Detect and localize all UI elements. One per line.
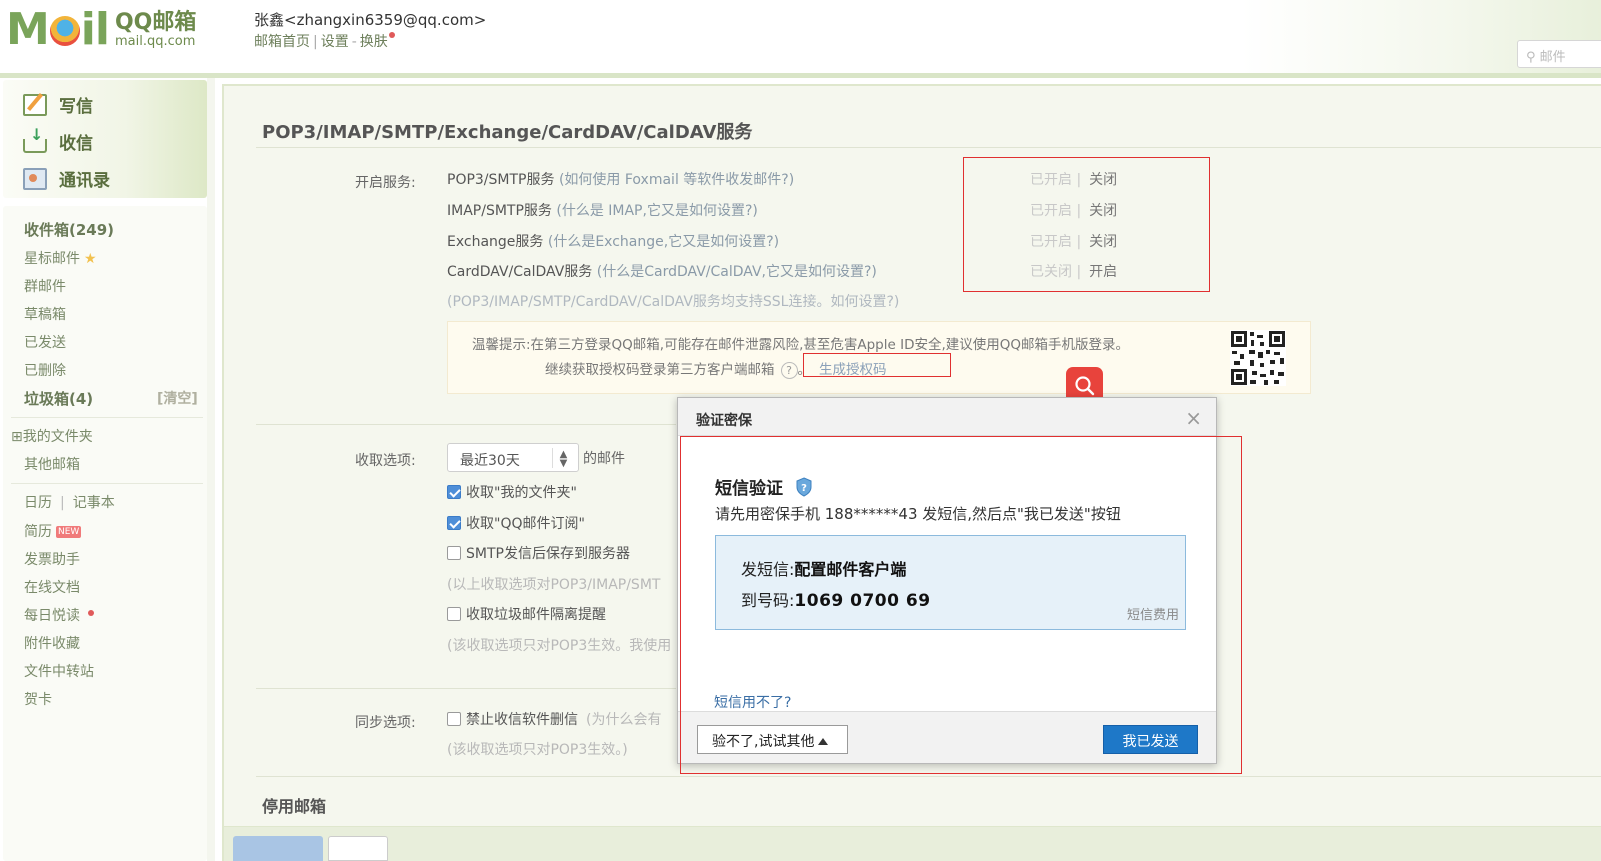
- checkbox-unchecked[interactable]: [447, 712, 461, 726]
- contacts-label: 通讯录: [59, 171, 110, 191]
- compose-icon: [23, 93, 47, 116]
- new-badge: NEW: [56, 526, 82, 538]
- qr-code-icon: [1230, 330, 1286, 386]
- save-changes-button[interactable]: [233, 836, 323, 861]
- top-header: Mil QQ邮箱 mail.qq.com 张鑫<zhangxin6359@qq.…: [0, 0, 1601, 73]
- annotation-box-authcode: [803, 353, 951, 377]
- contacts-icon: [23, 167, 47, 190]
- sidebar-item-sent[interactable]: 已发送: [24, 332, 66, 352]
- close-icon[interactable]: ×: [1185, 406, 1202, 430]
- compose-label: 写信: [59, 97, 93, 117]
- dialog-title: 验证密保: [696, 413, 752, 429]
- sidebar-item-notes[interactable]: 记事本: [73, 495, 115, 511]
- service-row-imap: IMAP/SMTP服务 (什么是 IMAP,它又是如何设置?): [447, 203, 758, 219]
- header-divider: [0, 73, 1601, 78]
- service-row-exchange: Exchange服务 (什么是Exchange,它又是如何设置?): [447, 234, 780, 250]
- page-title: POP3/IMAP/SMTP/Exchange/CardDAV/CalDAV服务: [262, 122, 753, 143]
- user-account: 张鑫<zhangxin6359@qq.com>: [254, 11, 487, 29]
- open-service-label: 开启服务:: [355, 175, 416, 191]
- receive-options-label: 收取选项:: [355, 453, 416, 469]
- sidebar-item-starred[interactable]: 星标邮件 ★: [24, 248, 97, 268]
- receive-range-value: 最近30天: [460, 453, 520, 469]
- receive-range-select[interactable]: 最近30天 ▲ ▼: [447, 443, 579, 472]
- sidebar-item-attachments[interactable]: 附件收藏: [24, 633, 80, 653]
- user-links: 邮箱首页 | 设置 - 换肤: [254, 31, 395, 51]
- search-icon: ⚲: [1526, 50, 1536, 65]
- help-link-carddav[interactable]: (什么是CardDAV/CalDAV,它又是如何设置?): [597, 264, 877, 280]
- checkbox-checked[interactable]: [447, 485, 461, 499]
- help-link-pop3[interactable]: (如何使用 Foxmail 等软件收发邮件?): [559, 172, 794, 188]
- link-settings[interactable]: 设置: [321, 34, 349, 50]
- notify-dot: [88, 610, 94, 616]
- checkbox-unchecked[interactable]: [447, 607, 461, 621]
- receive-icon: [23, 125, 47, 153]
- sidebar-item-spam[interactable]: 垃圾箱(4) [清空]: [24, 388, 200, 409]
- checkbox-unchecked[interactable]: [447, 546, 461, 560]
- logo-o-icon: [49, 16, 80, 46]
- checkbox-smtp-save[interactable]: SMTP发信后保存到服务器: [447, 543, 630, 563]
- sidebar-item-other-mailbox[interactable]: 其他邮箱: [24, 454, 80, 474]
- sidebar-item-invoice[interactable]: 发票助手: [24, 549, 80, 569]
- logo-domain-text: mail.qq.com: [114, 34, 196, 49]
- sidebar-item-docs[interactable]: 在线文档: [24, 577, 80, 597]
- skin-notify-dot: [388, 32, 395, 38]
- sidebar-item-drafts[interactable]: 草稿箱: [24, 304, 66, 324]
- help-link-exchange[interactable]: (什么是Exchange,它又是如何设置?): [548, 234, 779, 250]
- receive-label: 收信: [59, 134, 93, 154]
- sidebar-item-deleted[interactable]: 已删除: [24, 360, 66, 380]
- sync-note: (该收取选项只对POP3生效。): [447, 742, 628, 758]
- bottom-action-bar: [224, 826, 1601, 861]
- checkbox-my-folder[interactable]: 收取"我的文件夹": [447, 482, 577, 502]
- search-placeholder: 邮件: [1539, 50, 1566, 65]
- sidebar-item-calendar[interactable]: 日历: [24, 495, 52, 511]
- cancel-button[interactable]: [328, 836, 388, 861]
- search-input[interactable]: ⚲ 邮件: [1517, 40, 1601, 68]
- warning-text: 温馨提示:在第三方登录QQ邮箱,可能存在邮件泄露风险,甚至危害Apple ID安…: [472, 337, 1130, 353]
- link-skin[interactable]: 换肤: [360, 34, 388, 50]
- receive-range-suffix: 的邮件: [583, 451, 625, 467]
- compose-button[interactable]: 写信: [23, 92, 93, 117]
- sidebar-item-transfer[interactable]: 文件中转站: [24, 661, 94, 681]
- disable-mailbox-title: 停用邮箱: [262, 797, 327, 816]
- sidebar-item-calendar-notes: 日历 | 记事本: [24, 495, 115, 511]
- checkbox-spam-remind[interactable]: 收取垃圾邮件隔离提醒: [447, 604, 606, 624]
- contacts-button[interactable]: 通讯录: [23, 166, 110, 191]
- annotation-box-dialog: [680, 436, 1242, 774]
- help-question-icon[interactable]: ?: [780, 362, 798, 379]
- sidebar-folders: 收件箱(249) 星标邮件 ★ 群邮件 草稿箱 已发送 已删除 垃圾箱(4) [清空…: [3, 206, 207, 861]
- checkbox-no-delete[interactable]: 禁止收信软件删信 (为什么会有: [447, 709, 661, 729]
- spam-clear-link[interactable]: [清空]: [157, 388, 198, 408]
- star-icon: ★: [84, 251, 97, 267]
- receive-button[interactable]: 收信: [23, 125, 93, 154]
- dialog-header: 验证密保 ×: [678, 398, 1216, 436]
- service-row-pop3: POP3/SMTP服务 (如何使用 Foxmail 等软件收发邮件?): [447, 172, 795, 188]
- link-mail-home[interactable]: 邮箱首页: [254, 34, 310, 50]
- sidebar-scrollbar[interactable]: [207, 78, 215, 861]
- magnifier-icon: [1075, 376, 1095, 396]
- checkbox-subscribe[interactable]: 收取"QQ邮件订阅": [447, 513, 585, 533]
- annotation-box-status: [963, 157, 1210, 292]
- sync-options-label: 同步选项:: [355, 715, 416, 731]
- sidebar-item-inbox[interactable]: 收件箱(249): [24, 219, 114, 240]
- sidebar-item-cards[interactable]: 贺卡: [24, 689, 52, 709]
- select-arrows-icon: ▲ ▼: [552, 448, 574, 469]
- receive-note: (以上收取选项对POP3/IMAP/SMT: [447, 577, 661, 593]
- ssl-note[interactable]: (POP3/IMAP/SMTP/CardDAV/CalDAV服务均支持SSL连接…: [447, 291, 899, 311]
- help-link-imap[interactable]: (什么是 IMAP,它又是如何设置?): [556, 203, 757, 219]
- service-row-carddav: CardDAV/CalDAV服务 (什么是CardDAV/CalDAV,它又是如…: [447, 264, 877, 280]
- sidebar-actions: 写信 收信 通讯录: [3, 80, 207, 198]
- sidebar-item-resume[interactable]: 简历 NEW: [24, 521, 82, 541]
- logo-qq-text: QQ邮箱: [114, 10, 197, 35]
- pop3-note: (该收取选项只对POP3生效。我使用: [447, 638, 672, 654]
- checkbox-checked[interactable]: [447, 516, 461, 530]
- logo-moil: Mil: [6, 4, 110, 55]
- sidebar-item-my-folders[interactable]: ⊞我的文件夹: [11, 426, 93, 446]
- sidebar-item-group[interactable]: 群邮件: [24, 276, 66, 296]
- qq-mail-logo[interactable]: Mil QQ邮箱 mail.qq.com: [6, 8, 196, 52]
- sidebar-item-daily-read[interactable]: 每日悦读: [24, 605, 94, 625]
